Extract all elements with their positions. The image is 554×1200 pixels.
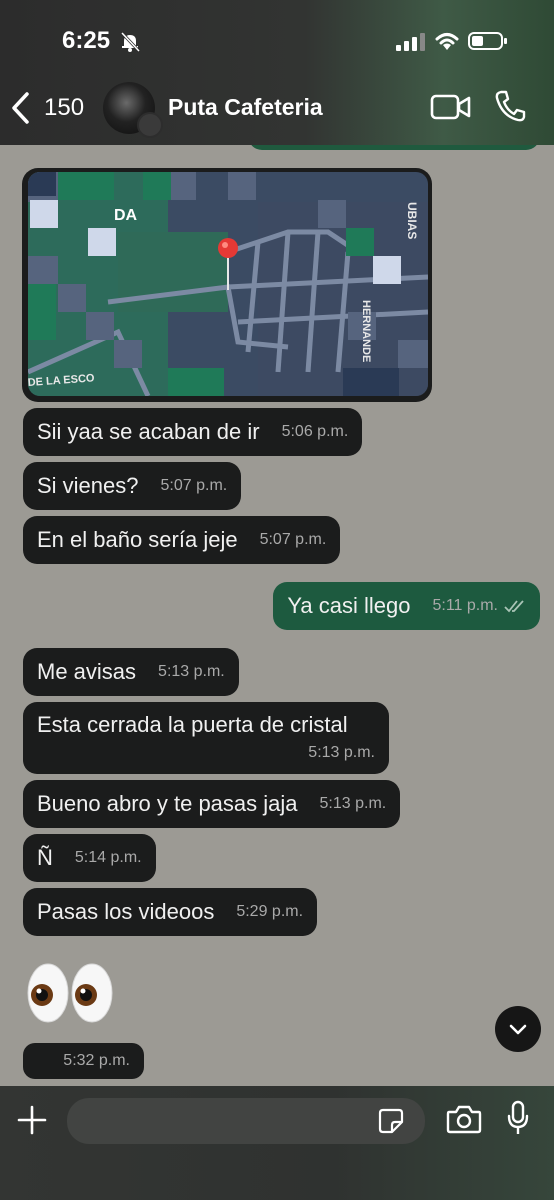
message-time: 5:32 p.m. [63, 1052, 130, 1069]
message-text: En el baño sería jeje [37, 527, 238, 552]
back-button[interactable]: 150 [10, 88, 95, 128]
wifi-icon [435, 33, 459, 50]
signal-icon [396, 33, 425, 51]
message-text: Me avisas [37, 659, 137, 684]
message-time: 5:13 p.m. [308, 744, 375, 761]
avatar-status-badge [137, 112, 163, 138]
chat-area: DA UBIAS HERNANDE DE LA ESCO Sii yaa se … [0, 0, 554, 1200]
camera-icon[interactable] [446, 1104, 482, 1134]
message-bubble[interactable]: Pasas los videoos 5:29 p.m. [23, 888, 318, 936]
message-text: Ya casi llego [287, 593, 411, 618]
phone-icon[interactable] [494, 89, 526, 123]
back-chevron-icon [12, 92, 29, 124]
sticker-icon[interactable] [378, 1108, 404, 1134]
eyes-emoji[interactable] [26, 962, 114, 1024]
unread-count: 150 [44, 94, 85, 121]
chat-header: 6:25 150 Puta Cafeteria [0, 0, 554, 145]
message-time: 5:29 p.m. [236, 903, 304, 920]
message-text: Ñ [37, 845, 53, 870]
status-time: 6:25 [62, 27, 111, 54]
message-bubble[interactable]: Ñ 5:14 p.m. [23, 834, 156, 882]
message-bubble[interactable]: Sii yaa se acaban de ir 5:06 p.m. [23, 408, 363, 456]
message-bubble[interactable]: En el baño sería jeje 5:07 p.m. [23, 516, 341, 564]
emoji-message-time: 5:32 p.m. [23, 1043, 144, 1079]
read-receipt-icon [504, 600, 524, 613]
message-time: 5:13 p.m. [158, 663, 225, 680]
plus-icon[interactable] [16, 1104, 48, 1136]
message-text: Pasas los videoos [37, 899, 215, 924]
battery-icon [468, 32, 507, 50]
video-call-icon[interactable] [430, 93, 472, 121]
bell-slash-icon [120, 32, 141, 52]
message-text: Esta cerrada la puerta de cristal [37, 712, 348, 737]
message-time: 5:11 p.m. [432, 597, 498, 614]
message-text: Sii yaa se acaban de ir [37, 419, 260, 444]
mic-icon[interactable] [506, 1100, 530, 1136]
map-label-da: DA [114, 207, 138, 224]
message-time: 5:07 p.m. [160, 477, 228, 494]
message-text: Si vienes? [37, 473, 139, 498]
message-bubble[interactable]: Me avisas 5:13 p.m. [23, 648, 239, 696]
message-time: 5:13 p.m. [319, 795, 387, 812]
message-time: 5:07 p.m. [259, 531, 327, 548]
map-preview[interactable]: DA UBIAS HERNANDE DE LA ESCO [28, 172, 428, 396]
scroll-to-bottom-button[interactable] [495, 1006, 541, 1052]
map-label-ubias: UBIAS [405, 202, 419, 239]
compose-bar [0, 1086, 554, 1200]
message-time: 5:14 p.m. [74, 849, 142, 866]
outgoing-message-bubble[interactable]: Ya casi llego 5:11 p.m. [273, 582, 540, 630]
message-time: 5:06 p.m. [281, 423, 349, 440]
message-input[interactable] [67, 1098, 425, 1144]
message-text: Bueno abro y te pasas jaja [37, 791, 298, 816]
chevron-down-icon [509, 1024, 527, 1035]
message-bubble[interactable]: Esta cerrada la puerta de cristal 5:13 p… [23, 702, 389, 774]
message-bubble[interactable]: Si vienes? 5:07 p.m. [23, 462, 242, 510]
message-bubble[interactable]: Bueno abro y te pasas jaja 5:13 p.m. [23, 780, 401, 828]
map-label-hernande: HERNANDE [360, 300, 372, 362]
chat-title[interactable]: Puta Cafeteria [168, 94, 323, 121]
